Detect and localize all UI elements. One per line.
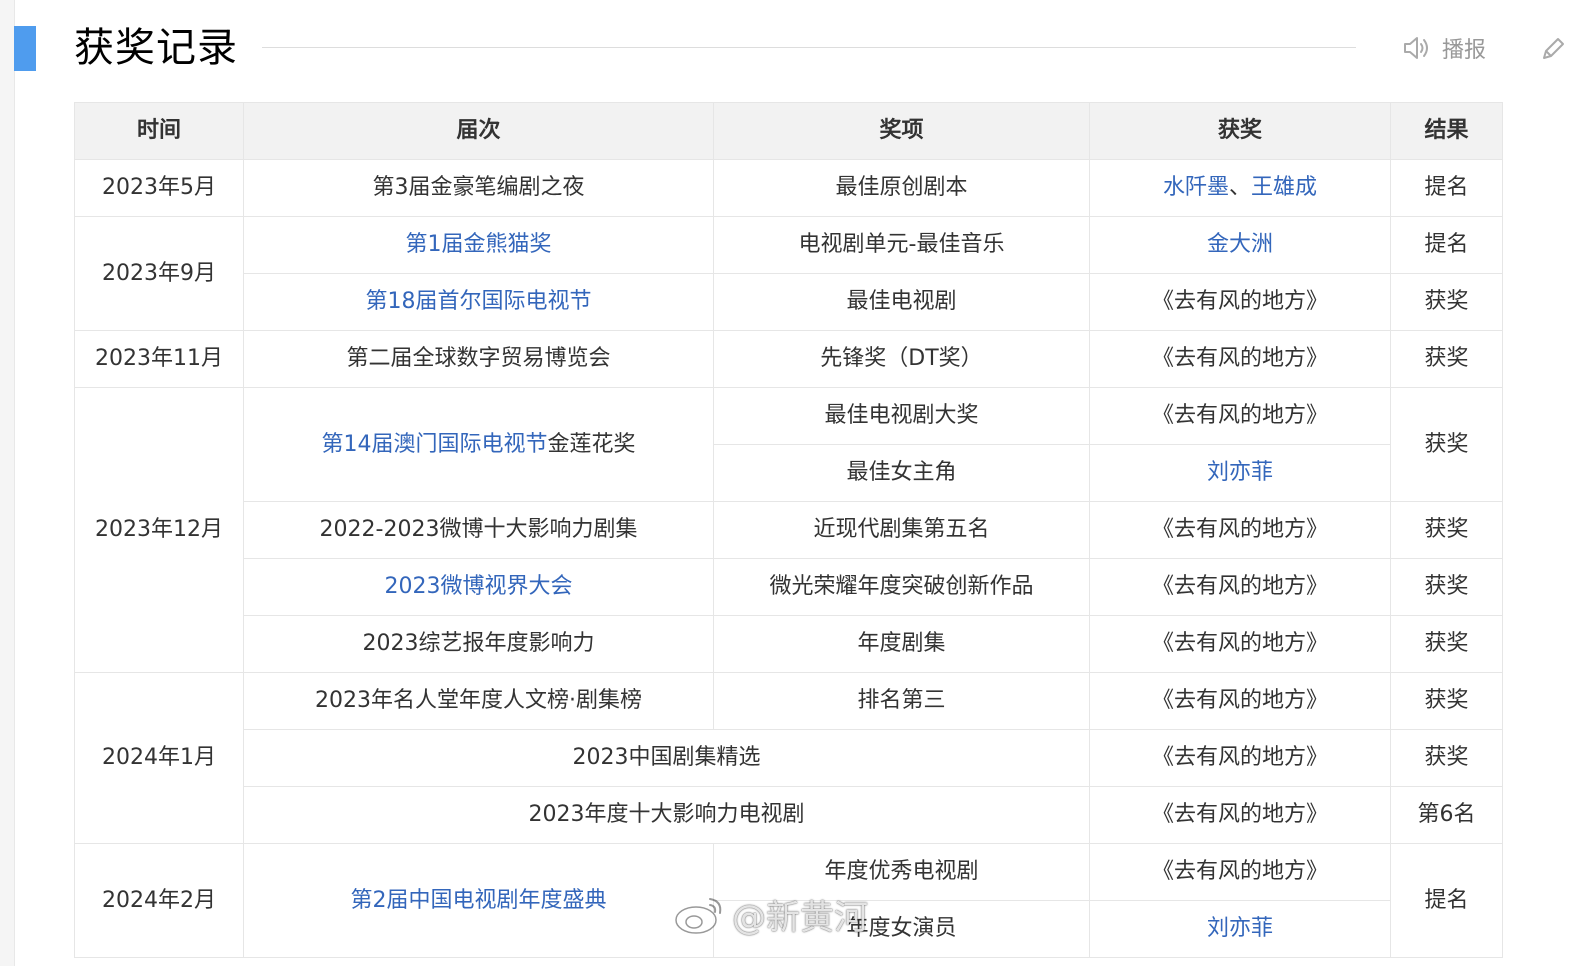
- time-cell: 2023年12月: [74, 387, 244, 673]
- winner-cell: 《去有风的地方》: [1089, 558, 1391, 616]
- winner-link[interactable]: 刘亦菲: [1207, 916, 1273, 941]
- session-link[interactable]: 第2届中国电视剧年度盛典: [351, 888, 607, 913]
- winner-cell: 《去有风的地方》: [1089, 501, 1391, 559]
- title-divider: [262, 47, 1356, 48]
- table-row: 2023微博视界大会 微光荣耀年度突破创新作品 《去有风的地方》 获奖: [75, 558, 1503, 616]
- table-row: 2023年12月 第14届澳门国际电视节金莲花奖 最佳电视剧大奖 《去有风的地方…: [74, 387, 1503, 673]
- table-row: 2023年9月 第1届金熊猫奖 电视剧单元-最佳音乐 金大洲 提名: [74, 216, 1503, 331]
- time-cell: 2023年5月: [74, 159, 244, 217]
- result-cell: 获奖: [1390, 387, 1503, 502]
- winner-cell: 《去有风的地方》: [1089, 273, 1391, 331]
- winner-cell: 《去有风的地方》: [1089, 729, 1391, 787]
- award-cell: 最佳女主角: [713, 444, 1090, 502]
- winner-cell: 《去有风的地方》: [1089, 786, 1391, 844]
- table-row: 2023年度十大影响力电视剧 《去有风的地方》 第6名: [75, 786, 1503, 844]
- time-cell: 2023年11月: [74, 330, 244, 388]
- session-cell: 2023年名人堂年度人文榜·剧集榜: [243, 672, 714, 730]
- result-cell: 获奖: [1390, 672, 1503, 730]
- session-cell: 第14届澳门国际电视节金莲花奖: [243, 387, 714, 502]
- edit-icon[interactable]: [1538, 34, 1568, 64]
- winner-link[interactable]: 金大洲: [1207, 232, 1273, 257]
- award-cell: 最佳电视剧大奖: [713, 387, 1090, 445]
- session-suffix: 金莲花奖: [547, 431, 636, 457]
- table-row: 2024年2月 第2届中国电视剧年度盛典 年度优秀电视剧 《去有风的地方》 提名: [74, 843, 1503, 958]
- speaker-icon: [1404, 37, 1428, 59]
- table-row: 2023年5月 第3届金豪笔编剧之夜 最佳原创剧本 水阡墨、王雄成 提名: [74, 159, 1503, 217]
- award-cell: 近现代剧集第五名: [713, 501, 1090, 559]
- header-award: 奖项: [713, 102, 1090, 160]
- award-cell: 最佳原创剧本: [713, 159, 1090, 217]
- winner-link[interactable]: 刘亦菲: [1207, 460, 1273, 485]
- winner-cell: 《去有风的地方》: [1089, 615, 1391, 673]
- result-cell: 提名: [1390, 159, 1503, 217]
- table-row: 2023年11月 第二届全球数字贸易博览会 先锋奖（DT奖） 《去有风的地方》 …: [74, 330, 1503, 388]
- award-cell: 年度女演员: [713, 900, 1090, 958]
- header-session: 届次: [243, 102, 714, 160]
- header-result: 结果: [1390, 102, 1503, 160]
- award-cell: 最佳电视剧: [713, 273, 1090, 331]
- header-winner: 获奖: [1089, 102, 1391, 160]
- award-cell: 电视剧单元-最佳音乐: [713, 216, 1090, 274]
- table-row: 第18届首尔国际电视节 最佳电视剧 《去有风的地方》 获奖: [75, 273, 1503, 331]
- award-cell: 先锋奖（DT奖）: [713, 330, 1090, 388]
- winner-cell: 刘亦菲: [1089, 444, 1391, 502]
- session-link[interactable]: 第18届首尔国际电视节: [366, 289, 592, 314]
- award-cell: 排名第三: [713, 672, 1090, 730]
- result-cell: 提名: [1390, 216, 1503, 274]
- table-row: 2023综艺报年度影响力 年度剧集 《去有风的地方》 获奖: [75, 615, 1503, 673]
- winner-cell: 《去有风的地方》: [1089, 843, 1391, 901]
- table-row: 2022-2023微博十大影响力剧集 近现代剧集第五名 《去有风的地方》 获奖: [75, 501, 1503, 559]
- session-cell: 2023中国剧集精选: [243, 729, 1090, 787]
- session-link[interactable]: 2023微博视界大会: [385, 574, 573, 599]
- awards-table: 时间 届次 奖项 获奖 结果 2023年5月 第3届金豪笔编剧之夜 最佳原创剧本…: [74, 102, 1503, 958]
- award-cell: 年度剧集: [713, 615, 1090, 673]
- result-cell: 第6名: [1390, 786, 1503, 844]
- table-header-row: 时间 届次 奖项 获奖 结果: [74, 102, 1503, 160]
- result-cell: 提名: [1390, 843, 1503, 958]
- winner-cell: 《去有风的地方》: [1089, 387, 1391, 445]
- session-cell: 第18届首尔国际电视节: [243, 273, 714, 331]
- award-cell: 年度优秀电视剧: [713, 843, 1090, 901]
- award-cell: 微光荣耀年度突破创新作品: [713, 558, 1090, 616]
- winner-cell: 金大洲: [1089, 216, 1391, 274]
- session-link[interactable]: 第14届澳门国际电视节: [321, 432, 547, 457]
- section-title: 获奖记录: [74, 25, 238, 71]
- table-row: 2023中国剧集精选 《去有风的地方》 获奖: [75, 729, 1503, 787]
- result-cell: 获奖: [1390, 729, 1503, 787]
- winner-separator: 、: [1228, 175, 1251, 200]
- time-cell: 2023年9月: [74, 216, 244, 331]
- session-cell: 2023微博视界大会: [243, 558, 714, 616]
- session-cell: 第1届金熊猫奖: [243, 216, 714, 274]
- result-cell: 获奖: [1390, 273, 1503, 331]
- session-cell: 2023综艺报年度影响力: [243, 615, 714, 673]
- session-cell: 2023年度十大影响力电视剧: [243, 786, 1090, 844]
- winner-link[interactable]: 王雄成: [1251, 175, 1317, 200]
- result-cell: 获奖: [1390, 615, 1503, 673]
- winner-link[interactable]: 水阡墨: [1163, 175, 1229, 200]
- session-cell: 第2届中国电视剧年度盛典: [243, 843, 714, 958]
- header-time: 时间: [74, 102, 244, 160]
- result-cell: 获奖: [1390, 558, 1503, 616]
- broadcast-button[interactable]: 播报: [1402, 30, 1486, 66]
- result-cell: 获奖: [1390, 330, 1503, 388]
- page-left-rail: [0, 0, 15, 966]
- section-marker: [14, 26, 36, 71]
- winner-cell: 《去有风的地方》: [1089, 672, 1391, 730]
- table-row: 2024年1月 2023年名人堂年度人文榜·剧集榜 排名第三 《去有风的地方》 …: [74, 672, 1503, 844]
- time-cell: 2024年2月: [74, 843, 244, 958]
- session-cell: 第3届金豪笔编剧之夜: [243, 159, 714, 217]
- winner-cell: 《去有风的地方》: [1089, 330, 1391, 388]
- session-link[interactable]: 第1届金熊猫奖: [406, 232, 552, 257]
- winner-cell: 刘亦菲: [1089, 900, 1391, 958]
- time-cell: 2024年1月: [74, 672, 244, 844]
- session-cell: 2022-2023微博十大影响力剧集: [243, 501, 714, 559]
- winner-cell: 水阡墨、王雄成: [1089, 159, 1391, 217]
- session-cell: 第二届全球数字贸易博览会: [243, 330, 714, 388]
- broadcast-label: 播报: [1442, 38, 1487, 63]
- result-cell: 获奖: [1390, 501, 1503, 559]
